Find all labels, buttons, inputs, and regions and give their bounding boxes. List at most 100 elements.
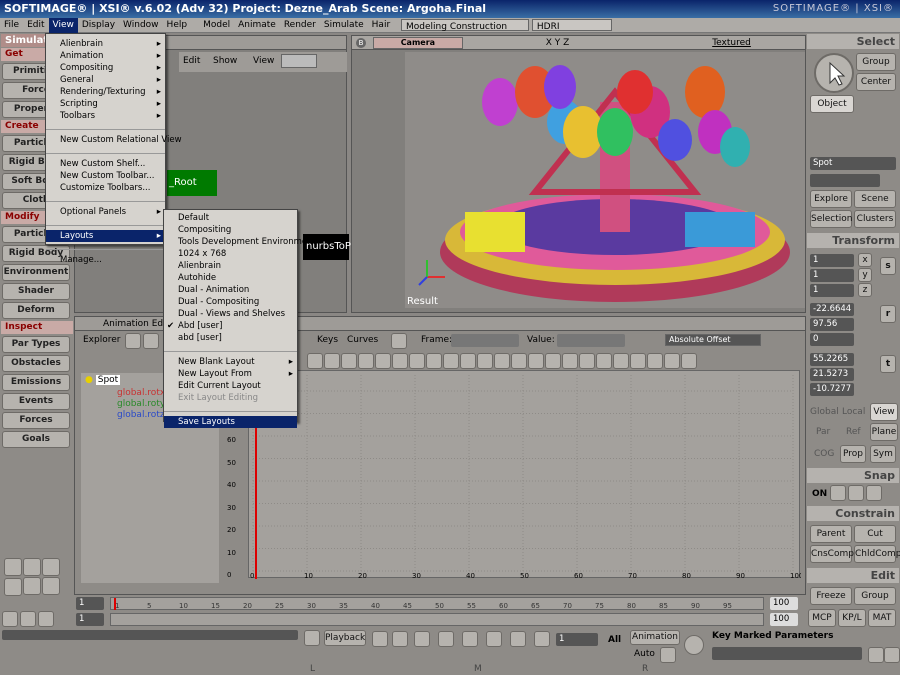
construction-mode-dropdown[interactable]: Modeling Construction Mode [401, 18, 530, 45]
rotate-button[interactable]: r [880, 305, 896, 323]
timeline-end-field[interactable]: 100 [770, 597, 798, 610]
audio-icon[interactable] [534, 631, 550, 647]
menu-simulate[interactable]: Simulate [320, 18, 368, 33]
view-menu-new-relational-view[interactable]: New Custom Relational View [46, 134, 182, 146]
chldcomp-button[interactable]: ChldComp [854, 545, 900, 563]
environment-button[interactable]: Environment [2, 264, 70, 281]
viewport-a-edit-menu[interactable]: Edit [183, 56, 200, 66]
rotate-y-field[interactable]: 97.56 [810, 318, 854, 331]
view-layout-buttons[interactable] [4, 558, 70, 598]
selection-filter-field[interactable] [810, 174, 880, 187]
view-menu-animation[interactable]: Animation ▸ [46, 50, 165, 62]
close-icon[interactable] [884, 647, 900, 663]
layout-autohide[interactable]: Autohide [164, 272, 297, 284]
keyframe-icon[interactable] [684, 635, 704, 655]
root-node[interactable]: _Root [167, 170, 217, 196]
first-frame-icon[interactable] [414, 631, 430, 647]
global-ref-button[interactable]: Global [810, 407, 839, 417]
axis-x-button[interactable]: x [858, 253, 872, 267]
layout-new-from[interactable]: New Layout From ▸ [164, 368, 297, 380]
clapper-icon[interactable] [304, 630, 320, 646]
menu-window[interactable]: Window [119, 18, 163, 33]
bottom-tool-1-icon[interactable] [2, 611, 18, 627]
explore-button[interactable]: Explore [810, 190, 852, 208]
local-ref-button[interactable]: Local [842, 407, 865, 417]
current-frame-field[interactable]: 1 [556, 633, 598, 646]
bottom-tool-3-icon[interactable] [38, 611, 54, 627]
par-ref-button[interactable]: Par [816, 427, 830, 437]
view-menu-layouts[interactable]: Layouts ▸ [46, 230, 165, 242]
key-set-icon[interactable] [660, 647, 676, 663]
object-filter-button[interactable]: Object [810, 95, 854, 113]
emissions-button[interactable]: Emissions [2, 374, 70, 391]
display-mode-dropdown[interactable]: Textured [712, 38, 751, 48]
scale-y-field[interactable]: 1 [810, 269, 854, 282]
time-slider[interactable]: 1 5 10 15 20 25 30 35 40 45 50 55 60 65 70 75 80 85 90 95 [110, 597, 764, 610]
prop-button[interactable]: Prop [840, 445, 866, 463]
layout-new-blank[interactable]: New Blank Layout ▸ [164, 356, 297, 368]
menu-view[interactable]: View [48, 18, 78, 33]
scale-x-field[interactable]: 1 [810, 254, 854, 267]
events-button[interactable]: Events [2, 393, 70, 410]
value-field[interactable] [557, 334, 625, 347]
viewport-b-letter[interactable]: B [356, 38, 366, 48]
axis-y-button[interactable]: y [858, 268, 872, 282]
timeline-global-end-field[interactable]: 100 [770, 613, 798, 626]
snap-grid-icon[interactable] [830, 485, 846, 501]
translate-button[interactable]: t [880, 355, 896, 373]
snap-on-button[interactable]: ON [812, 489, 827, 499]
plane-ref-button[interactable]: Plane [870, 423, 898, 441]
menu-hair[interactable]: Hair [368, 18, 394, 33]
viewport-a-view-menu[interactable]: View [253, 56, 274, 66]
layout-tools-dev[interactable]: Tools Development Environment [164, 236, 316, 248]
playback-button[interactable]: Playback [324, 630, 366, 646]
view-menu-optional-panels[interactable]: Optional Panels ▸ [46, 206, 165, 218]
layout-default[interactable]: Default [164, 212, 297, 224]
translate-z-field[interactable]: -10.7277 [810, 383, 854, 396]
cog-button[interactable]: COG [814, 449, 834, 459]
selection-name-field[interactable]: Spot [810, 157, 896, 170]
all-button[interactable]: All [608, 635, 621, 645]
last-frame-icon[interactable] [486, 631, 502, 647]
layout-1024[interactable]: 1024 x 768 [164, 248, 297, 260]
layout-dual-views[interactable]: Dual - Views and Shelves [164, 308, 297, 320]
menu-display[interactable]: Display [78, 18, 119, 33]
shader-button[interactable]: Shader [2, 283, 70, 300]
menu-help[interactable]: Help [163, 18, 192, 33]
menu-file[interactable]: File [0, 18, 23, 33]
timeline-global-start-field[interactable]: 1 [76, 613, 104, 626]
view-ref-button[interactable]: View [870, 403, 898, 421]
selection-button[interactable]: Selection [810, 210, 852, 228]
layout-abd-user[interactable]: abd [user] [164, 332, 297, 344]
view-menu-alienbrain[interactable]: Alienbrain ▸ [46, 38, 165, 50]
kpl-tab[interactable]: KP/L [838, 609, 866, 627]
cnscomp-button[interactable]: CnsComp [810, 545, 854, 563]
par-types-button[interactable]: Par Types [2, 336, 70, 353]
curve-toolbar[interactable] [307, 353, 747, 369]
loop-icon[interactable] [510, 631, 526, 647]
menu-model[interactable]: Model [199, 18, 234, 33]
explorer-menu[interactable]: Explorer [83, 335, 120, 345]
view-menu-new-custom-shelf[interactable]: New Custom Shelf... [46, 158, 165, 170]
layout-save-layouts[interactable]: Save Layouts [164, 416, 297, 428]
scale-button[interactable]: s [880, 257, 896, 275]
view-menu-scripting[interactable]: Scripting ▸ [46, 98, 165, 110]
command-line[interactable] [2, 630, 298, 640]
prev-key-icon[interactable] [438, 631, 454, 647]
mcp-tab[interactable]: MCP [808, 609, 836, 627]
obstacles-button[interactable]: Obstacles [2, 355, 70, 372]
layout-alienbrain[interactable]: Alienbrain [164, 260, 297, 272]
marked-params-field[interactable] [712, 647, 862, 660]
scale-z-field[interactable]: 1 [810, 284, 854, 297]
clusters-button[interactable]: Clusters [854, 210, 896, 228]
layout-abd-user-checked[interactable]: ✔ Abd [user] [164, 320, 297, 332]
translate-y-field[interactable]: 21.5273 [810, 368, 854, 381]
pick-tool-icon[interactable] [391, 333, 407, 349]
rotate-x-field[interactable]: -22.6644 [810, 303, 854, 316]
camera-dropdown[interactable]: Camera [372, 36, 463, 49]
stop-icon[interactable] [372, 631, 388, 647]
rotate-z-field[interactable]: 0 [810, 333, 854, 346]
fcurve-graph[interactable]: 0 10 20 30 40 50 60 70 80 90 100 [248, 370, 803, 580]
parent-button[interactable]: Parent [810, 525, 852, 543]
timeline-start-field[interactable]: 1 [76, 597, 104, 610]
